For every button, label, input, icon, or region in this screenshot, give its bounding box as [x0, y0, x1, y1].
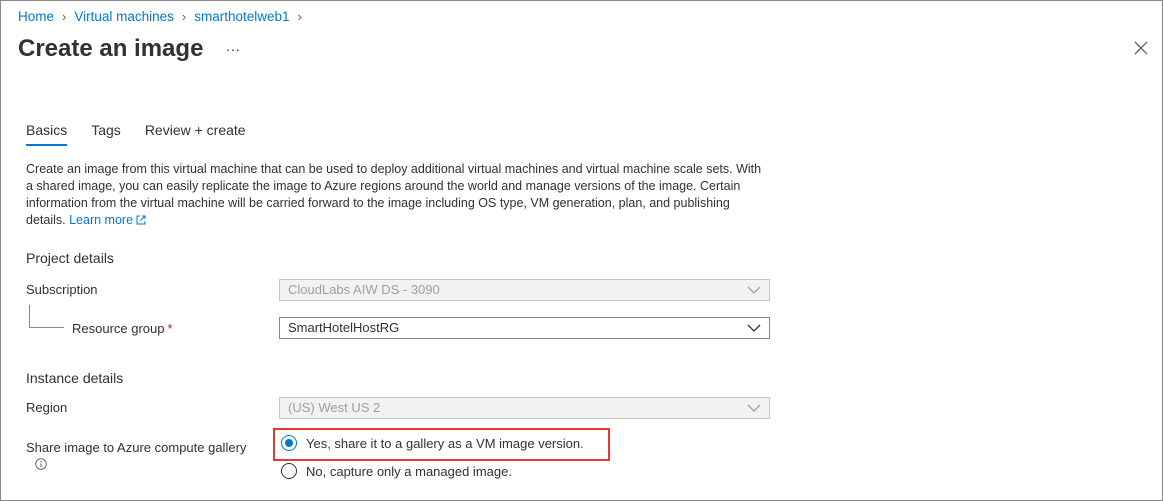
tab-review-create[interactable]: Review + create	[145, 122, 246, 146]
subscription-dropdown: CloudLabs AIW DS - 3090	[279, 279, 770, 301]
learn-more-link[interactable]: Learn more	[69, 213, 146, 227]
chevron-down-icon	[747, 404, 761, 412]
external-link-icon	[136, 215, 146, 225]
chevron-right-icon: ›	[297, 9, 302, 24]
instance-details-heading: Instance details	[26, 370, 124, 386]
resource-group-label-text: Resource group	[72, 321, 165, 336]
more-options-icon[interactable]: ...	[226, 38, 241, 54]
region-value: (US) West US 2	[288, 400, 381, 415]
subscription-label: Subscription	[26, 282, 98, 297]
breadcrumb: Home › Virtual machines › smarthotelweb1…	[18, 9, 310, 24]
share-no-label: No, capture only a managed image.	[306, 463, 512, 479]
page-title: Create an image	[18, 35, 204, 62]
tab-bar: Basics Tags Review + create	[26, 122, 270, 146]
radio-no[interactable]	[281, 463, 297, 479]
tab-basics[interactable]: Basics	[26, 122, 68, 146]
tab-tags[interactable]: Tags	[91, 122, 121, 146]
highlight-annotation	[273, 428, 610, 461]
close-icon[interactable]	[1133, 40, 1149, 56]
share-no-option[interactable]: No, capture only a managed image.	[281, 463, 512, 479]
resource-group-value: SmartHotelHostRG	[288, 320, 400, 335]
chevron-right-icon: ›	[62, 9, 67, 24]
chevron-down-icon	[747, 286, 761, 294]
share-gallery-label: Share image to Azure compute gallery	[26, 440, 247, 455]
region-dropdown: (US) West US 2	[279, 397, 770, 419]
region-label: Region	[26, 400, 68, 415]
chevron-right-icon: ›	[181, 9, 187, 24]
blade-frame	[0, 0, 1163, 501]
breadcrumb-vm[interactable]: smarthotelweb1	[194, 9, 289, 24]
tree-connector	[29, 305, 64, 328]
learn-more-label[interactable]: Learn more	[69, 213, 133, 227]
project-details-heading: Project details	[26, 250, 114, 266]
chevron-down-icon	[747, 324, 761, 332]
subscription-value: CloudLabs AIW DS - 3090	[288, 282, 440, 297]
breadcrumb-virtual-machines[interactable]: Virtual machines	[74, 9, 174, 24]
resource-group-label: Resource group *	[72, 321, 173, 336]
info-icon[interactable]	[35, 458, 47, 470]
breadcrumb-home[interactable]: Home	[18, 9, 54, 24]
description: Create an image from this virtual machin…	[26, 161, 766, 229]
required-marker: *	[167, 321, 173, 336]
resource-group-dropdown[interactable]: SmartHotelHostRG	[279, 317, 770, 339]
